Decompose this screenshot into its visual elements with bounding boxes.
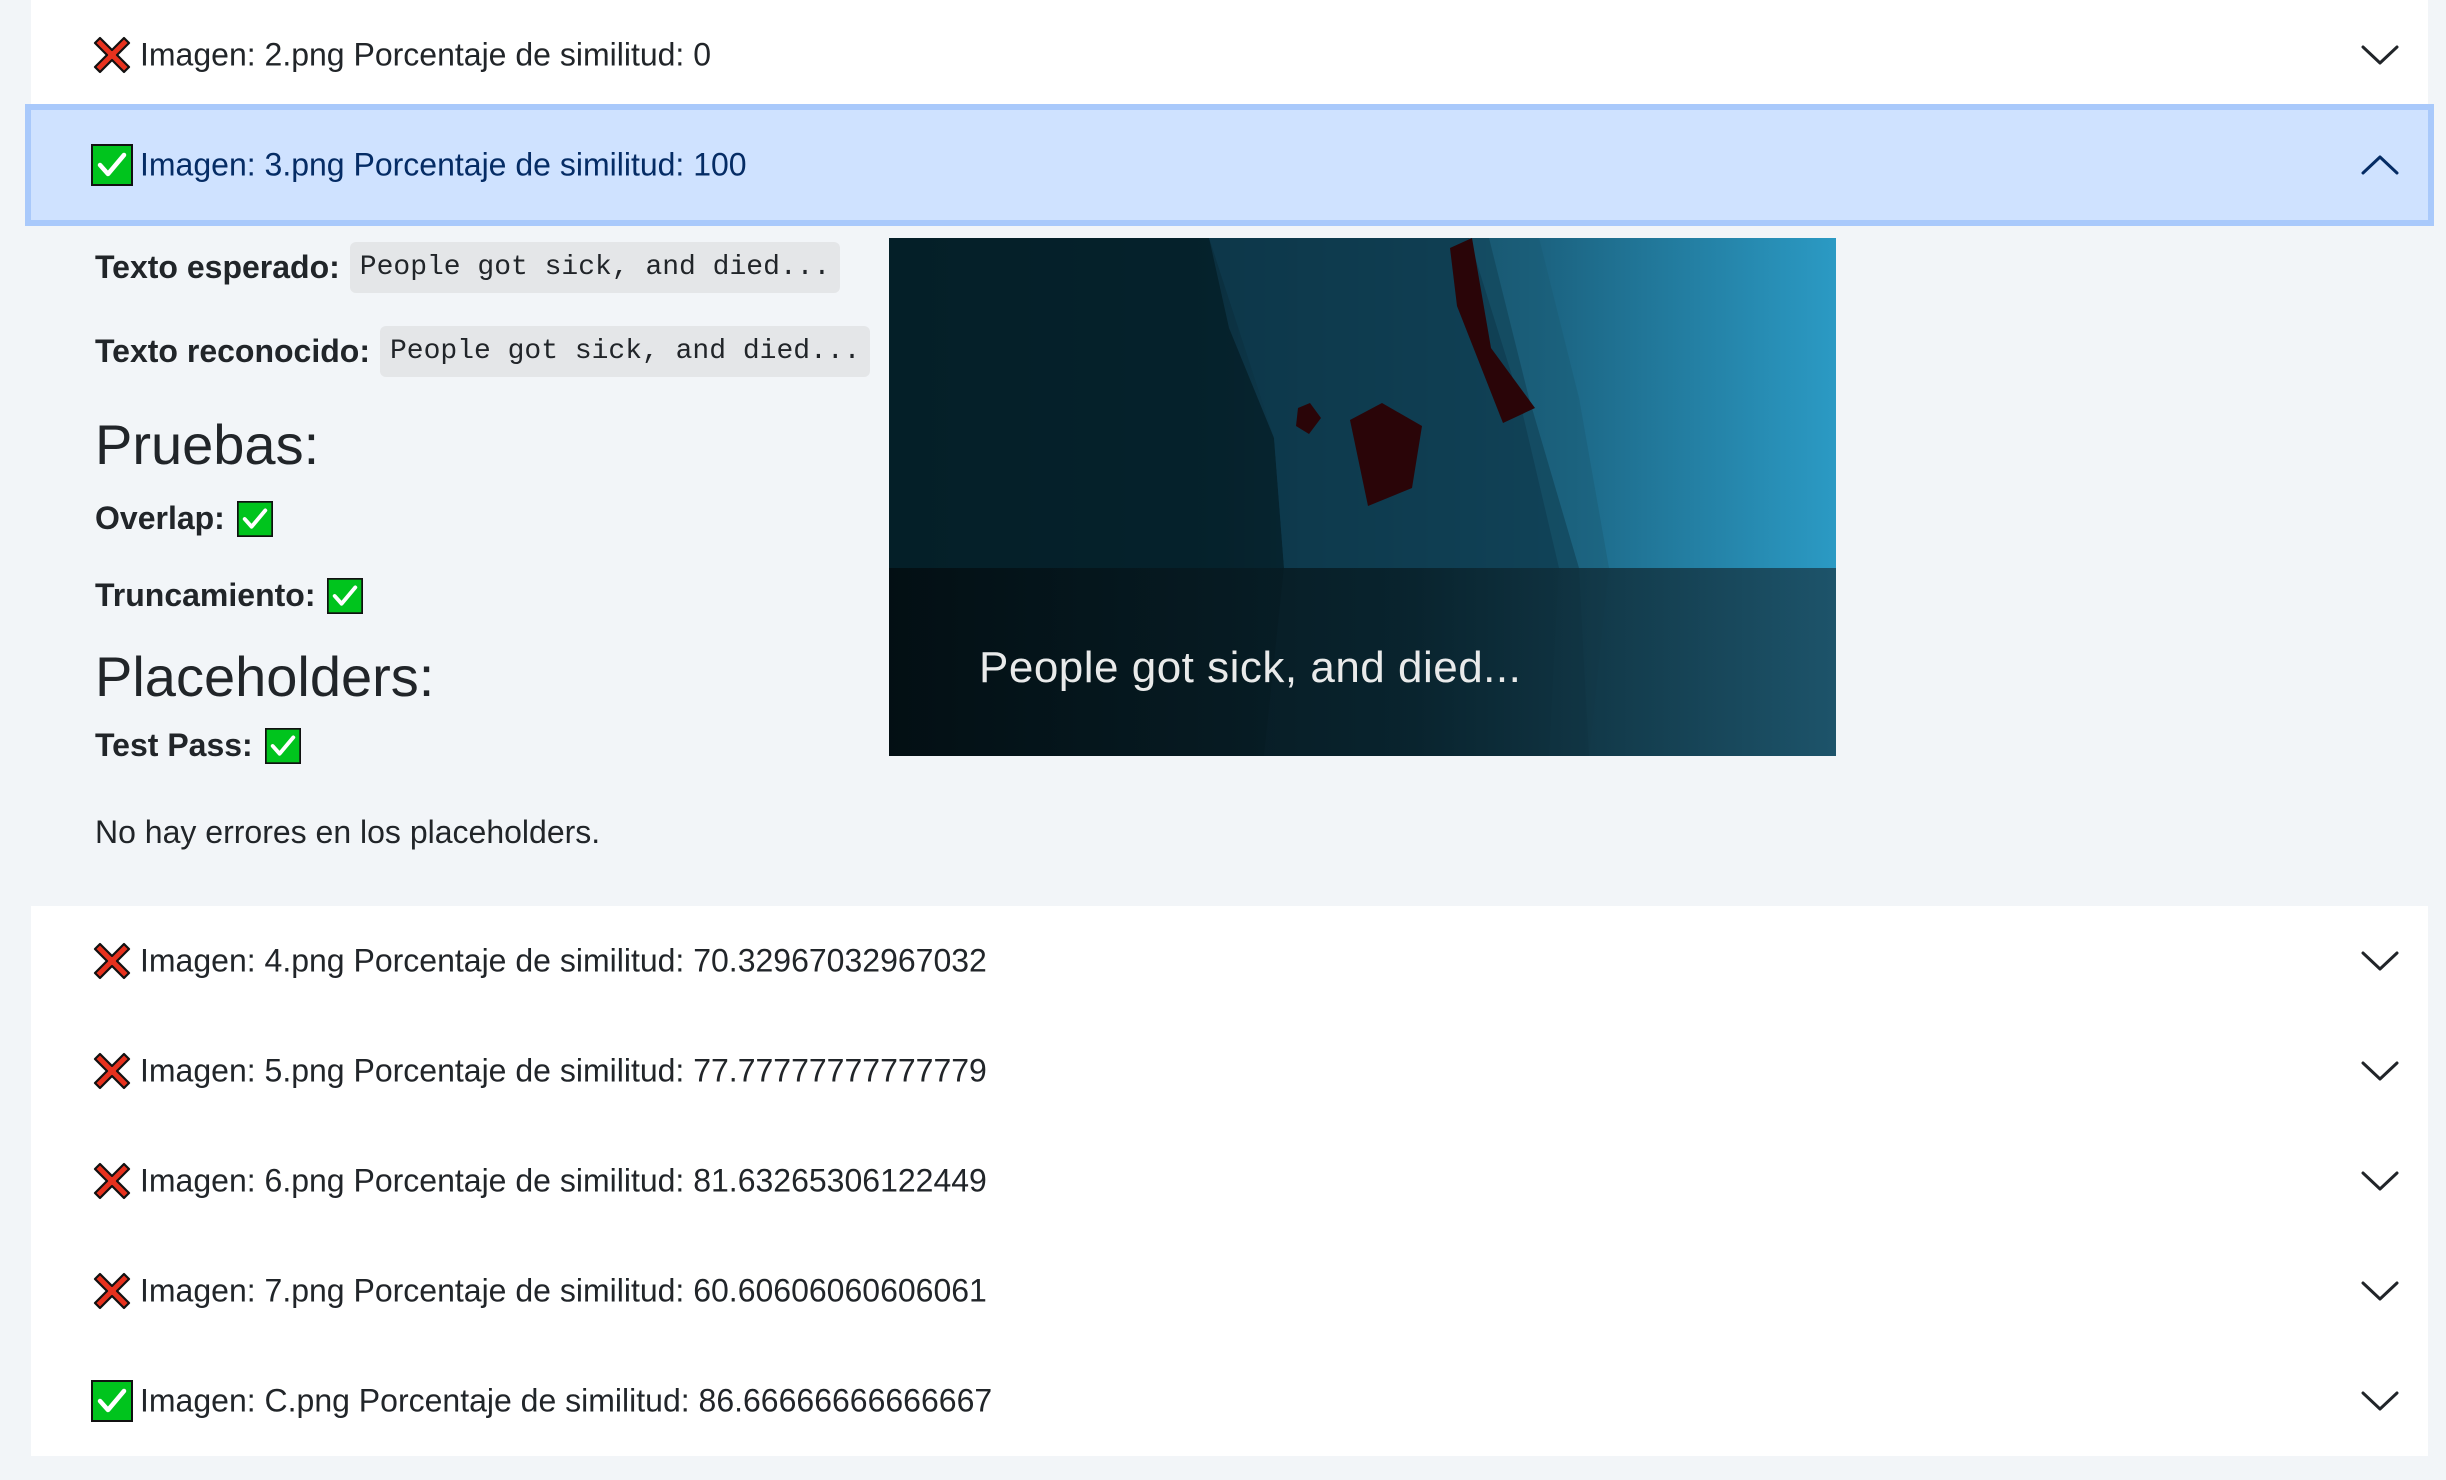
expected-text-label: Texto esperado: (95, 249, 340, 285)
accordion-title: Imagen: 4.png Porcentaje de similitud: 7… (140, 942, 987, 979)
expected-text-row: Texto esperado: People got sick, and die… (95, 242, 841, 293)
accordion-header-3-png[interactable]: Imagen: 3.png Porcentaje de similitud: 1… (31, 110, 2428, 220)
recognized-text-row: Texto reconocido: People got sick, and d… (95, 326, 871, 377)
overlap-row: Overlap: (95, 500, 273, 537)
cross-icon (91, 1270, 133, 1312)
chevron-down-icon[interactable] (2360, 949, 2400, 973)
accordion-header-5-png[interactable]: Imagen: 5.png Porcentaje de similitud: 7… (31, 1016, 2428, 1126)
test-pass-label: Test Pass: (95, 727, 253, 763)
cross-icon (91, 940, 133, 982)
accordion-header-6-png[interactable]: Imagen: 6.png Porcentaje de similitud: 8… (31, 1126, 2428, 1236)
overlap-label: Overlap: (95, 500, 225, 536)
chevron-down-icon[interactable] (2360, 43, 2400, 67)
accordion-header-2-png[interactable]: Imagen: 2.png Porcentaje de similitud: 0 (31, 0, 2428, 110)
recognized-text-value: People got sick, and died... (379, 326, 871, 377)
check-icon (237, 501, 273, 537)
accordion-header-7-png[interactable]: Imagen: 7.png Porcentaje de similitud: 6… (31, 1236, 2428, 1346)
chevron-down-icon[interactable] (2360, 1059, 2400, 1083)
chevron-up-icon[interactable] (2360, 153, 2400, 177)
accordion-header-c-png[interactable]: Imagen: C.png Porcentaje de similitud: 8… (31, 1346, 2428, 1456)
chevron-down-icon[interactable] (2360, 1389, 2400, 1413)
placeholders-message: No hay errores en los placeholders. (95, 814, 601, 850)
accordion-title: Imagen: 5.png Porcentaje de similitud: 7… (140, 1052, 987, 1089)
accordion-title: Imagen: C.png Porcentaje de similitud: 8… (140, 1382, 993, 1419)
tests-heading: Pruebas: (95, 413, 320, 476)
accordion-title: Imagen: 7.png Porcentaje de similitud: 6… (140, 1272, 987, 1309)
recognized-text-label: Texto reconocido: (95, 333, 370, 369)
cross-icon (91, 1160, 133, 1202)
check-icon (91, 144, 133, 186)
screenshot-caption: People got sick, and died... (979, 643, 1522, 692)
accordion-header-4-png[interactable]: Imagen: 4.png Porcentaje de similitud: 7… (31, 906, 2428, 1016)
check-icon (265, 728, 301, 764)
accordion-body-3-png: Texto esperado: People got sick, and die… (24, 220, 2435, 906)
cross-icon (91, 34, 133, 76)
chevron-down-icon[interactable] (2360, 1169, 2400, 1193)
truncation-row: Truncamiento: (95, 577, 363, 614)
results-accordion: Imagen: 2.png Porcentaje de similitud: 0… (24, 0, 2435, 1456)
truncation-label: Truncamiento: (95, 577, 316, 613)
accordion-title: Imagen: 6.png Porcentaje de similitud: 8… (140, 1162, 987, 1199)
screenshot-image: People got sick, and died... (889, 238, 1836, 756)
placeholders-heading: Placeholders: (95, 645, 435, 708)
chevron-down-icon[interactable] (2360, 1279, 2400, 1303)
check-icon (327, 578, 363, 614)
accordion-title: Imagen: 2.png Porcentaje de similitud: 0 (140, 36, 711, 73)
expected-text-value: People got sick, and died... (349, 242, 841, 293)
check-icon (91, 1380, 133, 1422)
test-pass-row: Test Pass: (95, 727, 301, 764)
cross-icon (91, 1050, 133, 1092)
accordion-title: Imagen: 3.png Porcentaje de similitud: 1… (140, 146, 747, 183)
